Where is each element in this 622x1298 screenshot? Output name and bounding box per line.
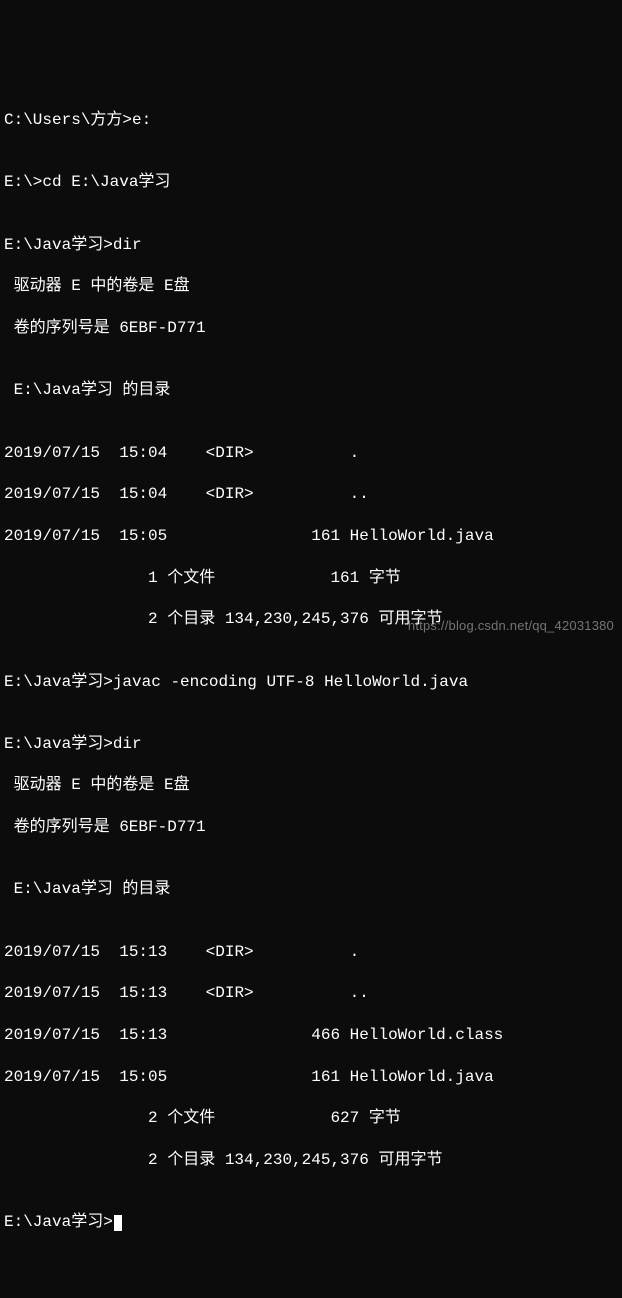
output-line: 卷的序列号是 6EBF-D771 xyxy=(4,318,618,339)
dir-entry: 2019/07/15 15:13 466 HelloWorld.class xyxy=(4,1025,618,1046)
dir-entry: 2019/07/15 15:04 <DIR> . xyxy=(4,443,618,464)
dir-entry: 2019/07/15 15:05 161 HelloWorld.java xyxy=(4,526,618,547)
command: javac -encoding UTF-8 HelloWorld.java xyxy=(113,673,468,691)
cursor-icon[interactable] xyxy=(114,1215,122,1231)
prompt: E:\Java学习> xyxy=(4,236,113,254)
prompt: C:\Users\方方> xyxy=(4,111,132,129)
dir-entry: 2019/07/15 15:04 <DIR> .. xyxy=(4,484,618,505)
prompt: E:\Java学习> xyxy=(4,735,113,753)
cmd-line: E:\Java学习> xyxy=(4,1212,618,1233)
cmd-line: E:\>cd E:\Java学习 xyxy=(4,172,618,193)
dir-summary: 2 个目录 134,230,245,376 可用字节 xyxy=(4,1150,618,1171)
prompt: E:\> xyxy=(4,173,42,191)
cmd-line: C:\Users\方方>e: xyxy=(4,110,618,131)
dir-summary: 2 个文件 627 字节 xyxy=(4,1108,618,1129)
dir-entry: 2019/07/15 15:05 161 HelloWorld.java xyxy=(4,1067,618,1088)
cmd-line: E:\Java学习>javac -encoding UTF-8 HelloWor… xyxy=(4,672,618,693)
terminal-output[interactable]: C:\Users\方方>e: E:\>cd E:\Java学习 E:\Java学… xyxy=(4,89,618,1254)
command: dir xyxy=(113,735,142,753)
command: dir xyxy=(113,236,142,254)
dir-entry: 2019/07/15 15:13 <DIR> . xyxy=(4,942,618,963)
dir-summary: 1 个文件 161 字节 xyxy=(4,568,618,589)
command: cd E:\Java学习 xyxy=(42,173,170,191)
cmd-line: E:\Java学习>dir xyxy=(4,235,618,256)
output-line: 驱动器 E 中的卷是 E盘 xyxy=(4,276,618,297)
output-line: E:\Java学习 的目录 xyxy=(4,380,618,401)
output-line: 驱动器 E 中的卷是 E盘 xyxy=(4,775,618,796)
cmd-line: E:\Java学习>dir xyxy=(4,734,618,755)
prompt: E:\Java学习> xyxy=(4,673,113,691)
watermark-text: https://blog.csdn.net/qq_42031380 xyxy=(408,618,614,635)
command: e: xyxy=(132,111,151,129)
output-line: 卷的序列号是 6EBF-D771 xyxy=(4,817,618,838)
output-line: E:\Java学习 的目录 xyxy=(4,879,618,900)
dir-entry: 2019/07/15 15:13 <DIR> .. xyxy=(4,983,618,1004)
prompt: E:\Java学习> xyxy=(4,1213,113,1231)
